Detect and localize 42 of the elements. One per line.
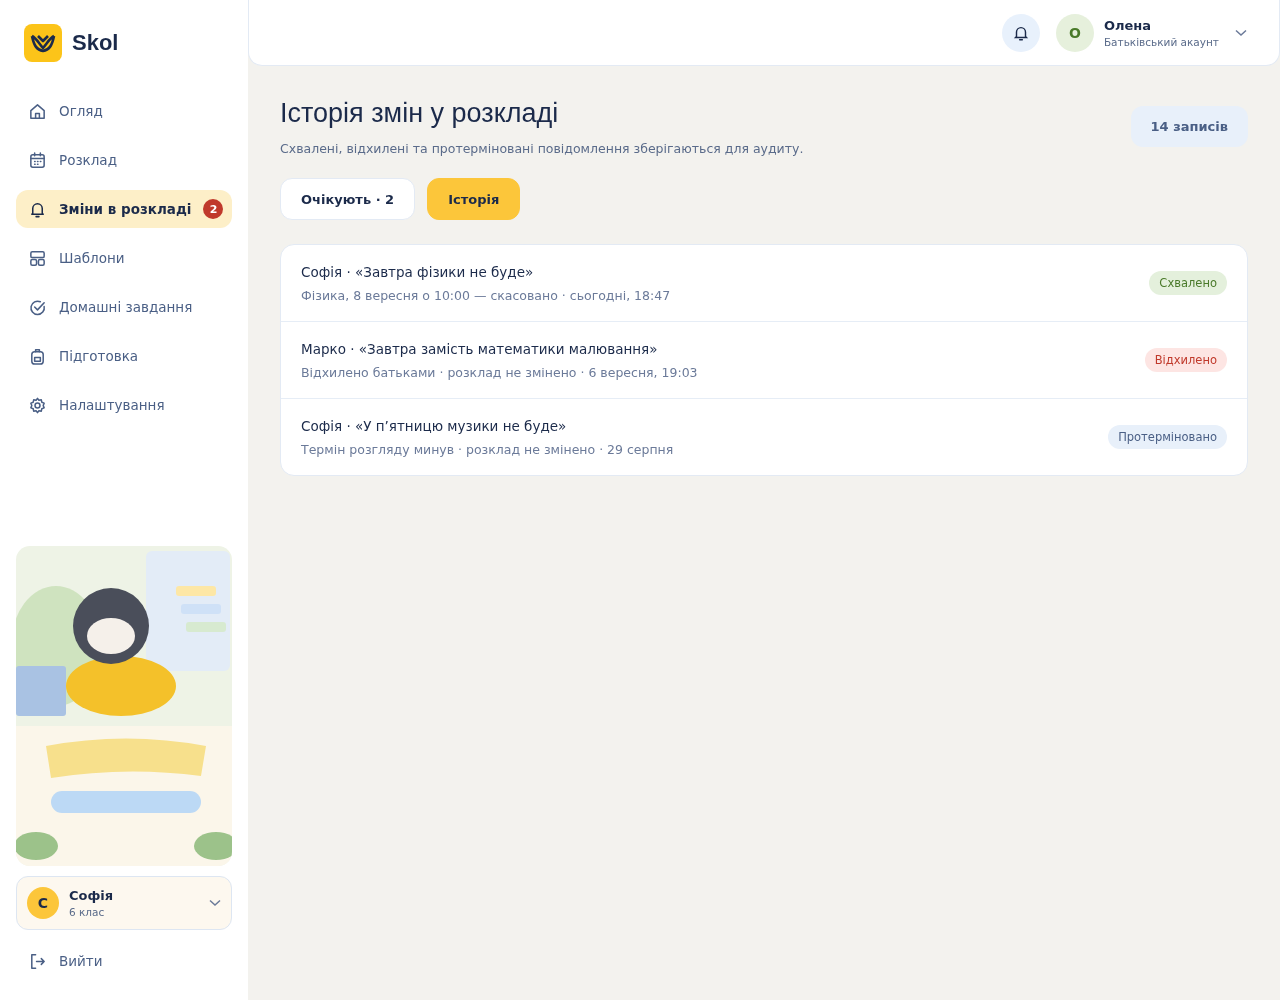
nav-item[interactable]: Домашні завдання [16, 288, 232, 326]
status-badge: Протерміновано [1108, 425, 1227, 449]
tab[interactable]: Очікують · 2 [280, 178, 416, 220]
status-badge: Схвалено [1149, 271, 1227, 295]
entry-title: Софія · «Завтра фізики не буде» [301, 263, 535, 280]
entry-title: Софія · «У п’ятницю музики не буде» [301, 417, 568, 434]
entry-details: Термін розгляду минув · розклад не змінено · 29 серпня [301, 441, 674, 457]
logout-link[interactable]: Вийти [16, 942, 232, 980]
nav-item[interactable]: Підготовка [16, 337, 232, 375]
check-circle-icon [28, 297, 47, 317]
page-subtitle: Схвалені, відхилені та протерміновані повідомлення зберігаються для аудиту. [280, 141, 804, 156]
child-selector[interactable]: С Софія 6 клас [16, 876, 232, 930]
user-name: Олена [1103, 17, 1153, 33]
notifications-button[interactable] [1001, 13, 1040, 52]
tab[interactable]: Історія [427, 178, 521, 220]
count-badge: 2 [203, 199, 224, 219]
calendar-icon [28, 150, 47, 170]
logo-icon [24, 24, 62, 62]
chevron-down-icon[interactable] [1235, 28, 1247, 37]
child-name: Софія [69, 888, 115, 903]
entry-title: Марко · «Завтра замість математики малювання» [301, 340, 659, 357]
settings-icon [28, 395, 47, 415]
nav-item[interactable]: Огляд [16, 92, 232, 130]
status-badge: Відхилено [1144, 348, 1227, 372]
nav-item[interactable]: Розклад [16, 141, 232, 179]
avatar: О [1055, 13, 1094, 52]
brand-name: Skol [72, 30, 119, 56]
logout-icon [28, 951, 47, 971]
backpack-icon [28, 346, 47, 366]
nav-item[interactable]: Налаштування [16, 386, 232, 424]
record-count: 14 записів [1130, 106, 1248, 147]
entry-details: Фізика, 8 вересня о 10:00 — скасовано · сьогодні, 18:47 [301, 287, 671, 303]
avatar: С [27, 887, 59, 919]
home-icon [28, 101, 47, 121]
page-title: Історія змін у розкладі [280, 98, 560, 129]
entry-details: Відхилено батьками · розклад не змінено · 6 вересня, 19:03 [301, 364, 698, 380]
nav-item[interactable]: Шаблони [16, 239, 232, 277]
nav-item[interactable]: Зміни в розкладі 2 [16, 190, 232, 228]
layout-icon [28, 248, 47, 268]
child-grade: 6 клас [69, 906, 106, 918]
chevron-down-icon [209, 899, 221, 907]
user-role: Батьківський акаунт [1103, 35, 1219, 48]
